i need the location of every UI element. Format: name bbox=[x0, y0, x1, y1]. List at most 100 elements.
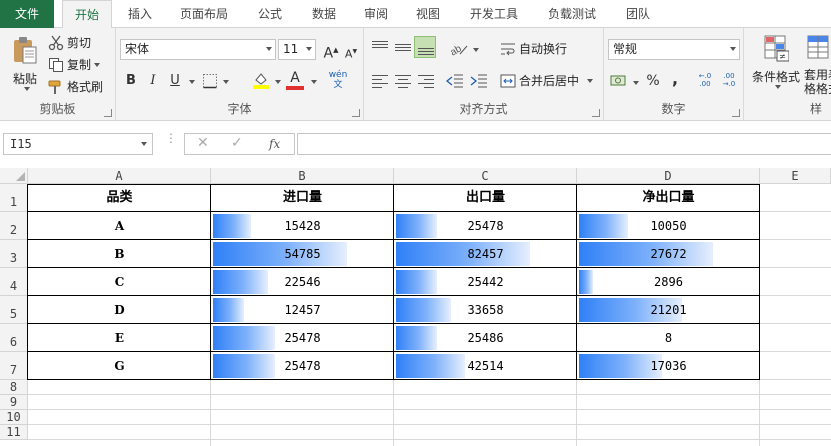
chevron-down-icon[interactable] bbox=[189, 80, 195, 84]
row-header-6[interactable]: 6 bbox=[0, 324, 28, 352]
value-cell[interactable]: 27672 bbox=[577, 240, 760, 268]
orientation-icon[interactable]: ab bbox=[448, 40, 468, 56]
tab-developer[interactable]: 开发工具 bbox=[460, 0, 528, 28]
decrease-indent-icon[interactable] bbox=[446, 73, 464, 89]
column-header-a[interactable]: A bbox=[28, 168, 211, 184]
align-middle-icon[interactable] bbox=[395, 40, 411, 54]
bold-button[interactable]: B bbox=[122, 72, 140, 90]
tab-home[interactable]: 开始 bbox=[62, 0, 112, 29]
enter-icon[interactable]: ✓ bbox=[231, 135, 243, 151]
value-cell[interactable]: 21201 bbox=[577, 296, 760, 324]
row-header-5[interactable]: 5 bbox=[0, 296, 28, 324]
value-cell[interactable]: 25478 bbox=[211, 324, 394, 352]
tab-team[interactable]: 团队 bbox=[616, 0, 660, 28]
row-header-7[interactable]: 7 bbox=[0, 352, 28, 380]
row-header-4[interactable]: 4 bbox=[0, 268, 28, 296]
align-top-icon[interactable] bbox=[372, 40, 388, 54]
tab-data[interactable]: 数据 bbox=[302, 0, 346, 28]
currency-icon[interactable] bbox=[610, 73, 628, 89]
value-cell[interactable]: 42514 bbox=[394, 352, 577, 380]
align-left-icon[interactable] bbox=[372, 74, 388, 88]
merge-center-button[interactable]: 合并后居中 bbox=[500, 72, 594, 89]
row-header-8[interactable]: 8 bbox=[0, 380, 28, 395]
dialog-launcher-icon[interactable] bbox=[352, 109, 360, 117]
value-cell[interactable]: 15428 bbox=[211, 212, 394, 240]
underline-button[interactable]: U bbox=[166, 72, 184, 90]
font-size-select[interactable]: 11 bbox=[278, 39, 316, 60]
comma-button[interactable]: , bbox=[666, 70, 684, 88]
dialog-launcher-icon[interactable] bbox=[732, 109, 740, 117]
value-cell[interactable]: 17036 bbox=[577, 352, 760, 380]
category-cell[interactable]: E bbox=[28, 324, 211, 352]
format-as-table-button[interactable]: 套用表格格式 bbox=[804, 34, 831, 96]
percent-button[interactable]: % bbox=[644, 72, 662, 90]
value-cell[interactable]: 25442 bbox=[394, 268, 577, 296]
select-all-button[interactable] bbox=[0, 168, 28, 184]
dialog-launcher-icon[interactable] bbox=[104, 109, 112, 117]
align-bottom-button[interactable] bbox=[414, 36, 436, 58]
value-cell[interactable]: 25478 bbox=[394, 212, 577, 240]
font-color-button[interactable]: A bbox=[286, 70, 304, 90]
cancel-icon[interactable]: ✕ bbox=[197, 135, 209, 151]
name-box[interactable]: I15 bbox=[3, 133, 153, 155]
value-cell[interactable]: 33658 bbox=[394, 296, 577, 324]
tab-view[interactable]: 视图 bbox=[406, 0, 450, 28]
category-cell[interactable]: A bbox=[28, 212, 211, 240]
value-cell[interactable]: 12457 bbox=[211, 296, 394, 324]
header-cell-a[interactable]: 品类 bbox=[28, 184, 211, 212]
value-cell[interactable]: 10050 bbox=[577, 212, 760, 240]
tab-page-layout[interactable]: 页面布局 bbox=[170, 0, 238, 28]
value-cell[interactable]: 25478 bbox=[211, 352, 394, 380]
chevron-down-icon[interactable] bbox=[473, 48, 479, 52]
align-center-icon[interactable] bbox=[395, 74, 411, 88]
italic-button[interactable]: I bbox=[144, 72, 162, 90]
header-cell-b[interactable]: 进口量 bbox=[211, 184, 394, 212]
tab-review[interactable]: 审阅 bbox=[354, 0, 398, 28]
category-cell[interactable]: B bbox=[28, 240, 211, 268]
format-painter-button[interactable]: 格式刷 bbox=[48, 78, 103, 95]
chevron-down-icon[interactable] bbox=[275, 80, 281, 84]
tab-formulas[interactable]: 公式 bbox=[248, 0, 292, 28]
column-header-e[interactable]: E bbox=[760, 168, 831, 184]
grow-font-button[interactable]: A▲ bbox=[322, 41, 340, 62]
header-cell-c[interactable]: 出口量 bbox=[394, 184, 577, 212]
value-cell[interactable]: 8 bbox=[577, 324, 760, 352]
worksheet-grid[interactable]: A B C D E 1 2 3 4 5 6 7 8 9 10 11 品类 进口量 出口量 净出口量 A 15428 2547… bbox=[0, 168, 831, 446]
column-header-c[interactable]: C bbox=[394, 168, 577, 184]
paste-button[interactable]: 粘贴 bbox=[8, 36, 42, 91]
shrink-font-button[interactable]: A▼ bbox=[342, 43, 360, 61]
cut-button[interactable]: 剪切 bbox=[48, 34, 91, 51]
formula-bar-resize-handle[interactable]: ⋮ bbox=[165, 132, 177, 153]
row-header-1[interactable]: 1 bbox=[0, 184, 28, 212]
insert-function-button[interactable]: fx bbox=[269, 137, 280, 151]
category-cell[interactable]: D bbox=[28, 296, 211, 324]
formula-input[interactable] bbox=[297, 133, 831, 155]
tab-load-test[interactable]: 负载测试 bbox=[538, 0, 606, 28]
column-header-d[interactable]: D bbox=[577, 168, 760, 184]
border-icon[interactable] bbox=[202, 73, 218, 89]
number-format-select[interactable]: 常规 bbox=[608, 39, 740, 60]
row-header-9[interactable]: 9 bbox=[0, 395, 28, 410]
chevron-down-icon[interactable] bbox=[311, 80, 317, 84]
column-header-b[interactable]: B bbox=[211, 168, 394, 184]
copy-button[interactable]: 复制 bbox=[48, 56, 101, 73]
increase-indent-icon[interactable] bbox=[470, 73, 488, 89]
fill-color-icon[interactable] bbox=[252, 71, 270, 89]
row-header-11[interactable]: 11 bbox=[0, 425, 28, 440]
increase-decimal-button[interactable]: ←.0 .00 bbox=[694, 72, 716, 90]
row-header-3[interactable]: 3 bbox=[0, 240, 28, 268]
chevron-down-icon[interactable] bbox=[223, 80, 229, 84]
value-cell[interactable]: 2896 bbox=[577, 268, 760, 296]
phonetic-guide-button[interactable]: wén 文 bbox=[326, 70, 350, 90]
category-cell[interactable]: G bbox=[28, 352, 211, 380]
header-cell-d[interactable]: 净出口量 bbox=[577, 184, 760, 212]
row-header-2[interactable]: 2 bbox=[0, 212, 28, 240]
value-cell[interactable]: 25486 bbox=[394, 324, 577, 352]
tab-insert[interactable]: 插入 bbox=[118, 0, 162, 28]
value-cell[interactable]: 22546 bbox=[211, 268, 394, 296]
decrease-decimal-button[interactable]: .00 →.0 bbox=[718, 72, 740, 90]
chevron-down-icon[interactable] bbox=[633, 81, 639, 85]
align-right-icon[interactable] bbox=[418, 74, 434, 88]
row-header-10[interactable]: 10 bbox=[0, 410, 28, 425]
tab-file[interactable]: 文件 bbox=[0, 0, 54, 28]
